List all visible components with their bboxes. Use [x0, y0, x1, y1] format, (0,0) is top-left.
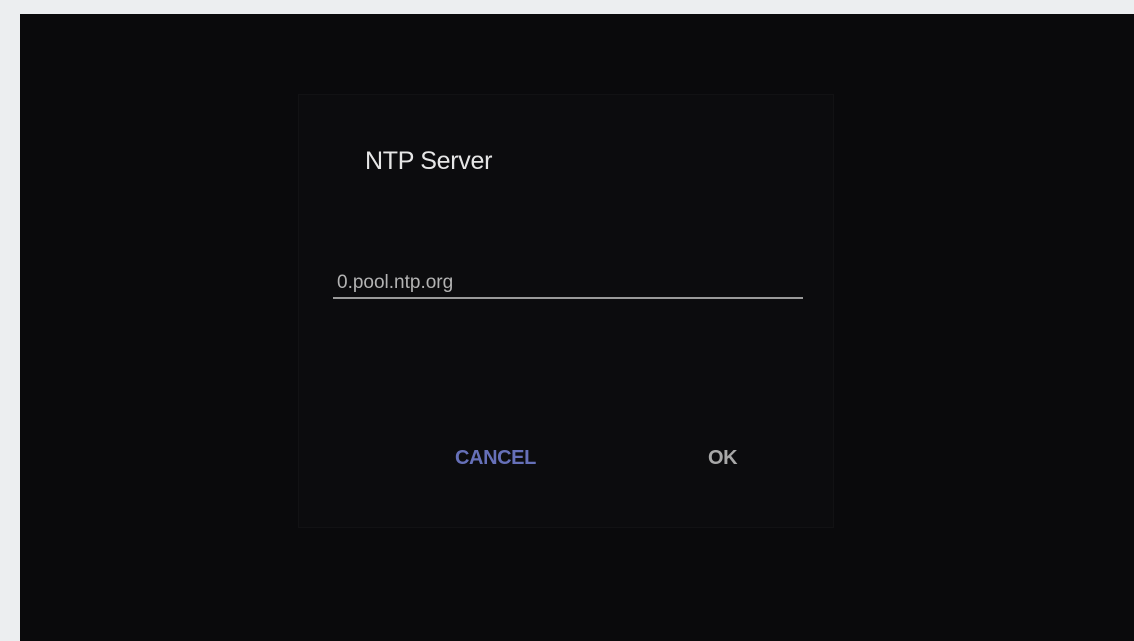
ok-button[interactable]: OK [702, 443, 743, 474]
dialog-title: NTP Server [365, 147, 493, 175]
ntp-server-dialog: NTP Server CANCEL OK [298, 94, 834, 528]
tv-screen: NTP Server CANCEL OK [20, 14, 1134, 641]
cancel-button[interactable]: CANCEL [449, 443, 542, 474]
ntp-server-input[interactable] [333, 269, 803, 299]
